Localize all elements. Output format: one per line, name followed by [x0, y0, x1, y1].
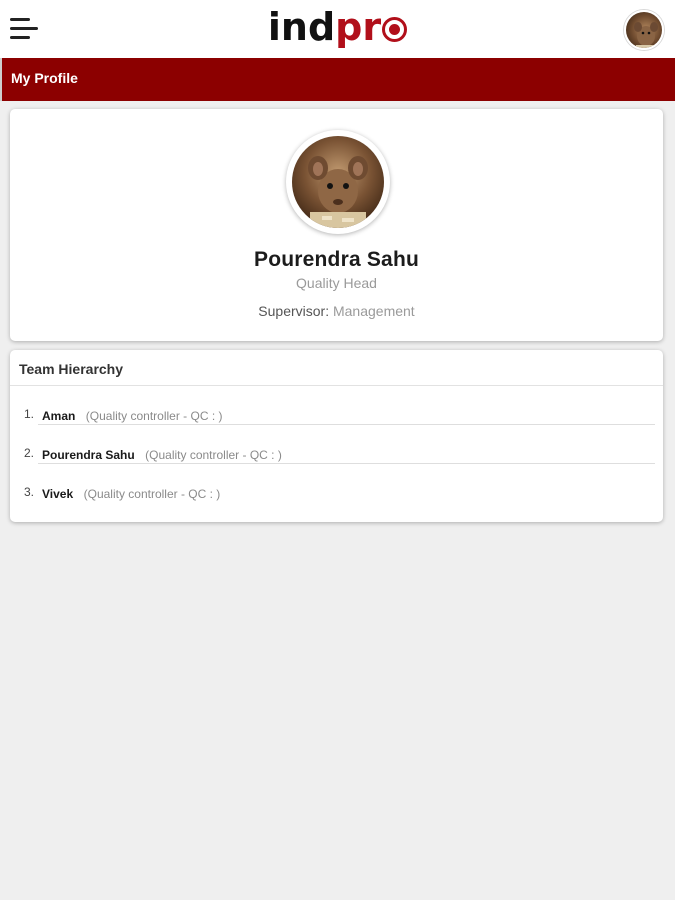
supervisor-line: Supervisor: Management [10, 303, 663, 319]
supervisor-value: Management [332, 303, 415, 319]
page-title: My Profile [11, 70, 78, 86]
app-logo: indpr [0, 4, 675, 50]
logo-o-ring-icon [382, 17, 408, 42]
team-hierarchy-title: Team Hierarchy [19, 361, 124, 377]
member-name: Pourendra Sahu [42, 448, 135, 462]
list-item[interactable]: 1. Aman (Quality controller - QC : ) [10, 386, 663, 425]
member-role: (Quality controller - QC : ) [83, 487, 221, 501]
list-item-index: 2. [24, 446, 35, 460]
supervisor-label: Supervisor: [258, 303, 330, 319]
team-hierarchy-card: Team Hierarchy 1. Aman (Quality controll… [10, 350, 663, 522]
profile-role: Quality Head [296, 275, 377, 291]
profile-card: Pourendra Sahu Quality Head Supervisor: … [10, 109, 663, 341]
avatar [286, 130, 390, 234]
member-name: Aman [42, 409, 76, 423]
profile-photo [292, 136, 384, 228]
user-avatar-icon[interactable] [624, 10, 664, 50]
list-item-index: 3. [24, 485, 35, 499]
list-item[interactable]: 3. Vivek (Quality controller - QC : ) [10, 464, 663, 503]
profile-name: Pourendra Sahu [254, 248, 419, 271]
member-role: (Quality controller - QC : ) [85, 409, 223, 423]
page-title-bar: My Profile [0, 58, 675, 101]
member-name: Vivek [42, 487, 74, 501]
member-role: (Quality controller - QC : ) [145, 448, 282, 462]
team-list: 1. Aman (Quality controller - QC : ) 2. … [10, 386, 663, 503]
team-hierarchy-header: Team Hierarchy [10, 350, 663, 386]
list-item-index: 1. [24, 407, 35, 421]
list-item[interactable]: 2. Pourendra Sahu (Quality controller - … [10, 425, 663, 464]
top-app-bar: indpr [0, 0, 675, 58]
